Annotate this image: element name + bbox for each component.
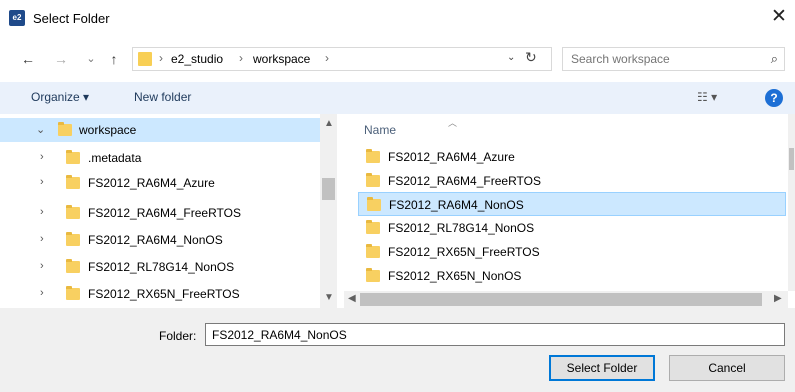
- scrollbar-thumb[interactable]: [789, 148, 794, 170]
- new-folder-button[interactable]: New folder: [134, 90, 191, 104]
- chevron-right-icon[interactable]: ›: [40, 260, 44, 272]
- tree-item-label: FS2012_RL78G14_NonOS: [88, 260, 235, 274]
- list-item-label: FS2012_RX65N_FreeRTOS: [388, 245, 540, 259]
- list-item[interactable]: FS2012_RA6M4_FreeRTOS: [358, 169, 786, 193]
- folder-icon: [66, 259, 80, 273]
- breadcrumb-e2-studio[interactable]: e2_studio: [171, 52, 223, 66]
- list-item-label: FS2012_RL78G14_NonOS: [388, 221, 535, 235]
- view-options-icon[interactable]: ☷ ▾: [697, 90, 717, 104]
- refresh-icon[interactable]: ↻: [525, 49, 537, 66]
- scroll-down-arrow-icon[interactable]: ▼: [324, 292, 334, 303]
- back-arrow-icon[interactable]: ←: [18, 50, 38, 68]
- folder-icon: [58, 122, 72, 136]
- address-dropdown-icon[interactable]: ⌄: [507, 52, 515, 63]
- tree-item-rl78g14-nonos[interactable]: › FS2012_RL78G14_NonOS: [0, 255, 320, 279]
- scrollbar-thumb[interactable]: [360, 293, 762, 306]
- help-icon[interactable]: ?: [765, 89, 783, 107]
- tree-item-label: FS2012_RA6M4_Azure: [88, 176, 215, 190]
- cancel-button[interactable]: Cancel: [669, 355, 785, 381]
- list-item-selected[interactable]: FS2012_RA6M4_NonOS: [358, 192, 786, 216]
- tree-item-ra6m4-azure[interactable]: › FS2012_RA6M4_Azure: [0, 171, 320, 195]
- column-header-name[interactable]: Name: [364, 123, 396, 137]
- breadcrumb-separator: ›: [159, 51, 163, 65]
- close-icon[interactable]: ✕: [769, 6, 789, 28]
- recent-locations-chevron-icon[interactable]: ⌄: [84, 50, 98, 68]
- search-icon[interactable]: ⌕: [771, 51, 778, 67]
- tree-item-label: FS2012_RA6M4_FreeRTOS: [88, 206, 241, 220]
- organize-button[interactable]: Organize ▾: [31, 90, 89, 104]
- folder-icon: [367, 197, 381, 211]
- title-bar: e2 Select Folder ✕: [0, 0, 795, 38]
- chevron-right-icon[interactable]: ›: [40, 176, 44, 188]
- tree-item-label: FS2012_RA6M4_NonOS: [88, 233, 223, 247]
- scrollbar-thumb[interactable]: [322, 178, 335, 200]
- folder-icon: [66, 205, 80, 219]
- scroll-left-arrow-icon[interactable]: ◀: [348, 293, 356, 304]
- chevron-right-icon[interactable]: ›: [40, 206, 44, 218]
- folder-icon: [366, 268, 380, 282]
- folder-icon: [66, 150, 80, 164]
- scroll-right-arrow-icon[interactable]: ▶: [774, 293, 782, 304]
- folder-icon: [138, 52, 152, 66]
- scroll-up-arrow-icon[interactable]: ▲: [324, 118, 334, 129]
- up-arrow-icon[interactable]: ↑: [104, 50, 124, 68]
- breadcrumb-workspace[interactable]: workspace: [253, 52, 310, 66]
- search-box[interactable]: ⌕: [562, 47, 785, 71]
- list-item[interactable]: FS2012_RA6M4_Azure: [358, 145, 786, 169]
- navigation-pane-scrollbar[interactable]: ▲ ▼: [320, 114, 337, 308]
- tree-item-ra6m4-nonos[interactable]: › FS2012_RA6M4_NonOS: [0, 228, 320, 252]
- list-item-label: FS2012_RA6M4_FreeRTOS: [388, 174, 541, 188]
- tree-item-workspace[interactable]: ⌄ workspace: [0, 118, 320, 142]
- file-list-horizontal-scrollbar[interactable]: ◀ ▶: [344, 291, 788, 308]
- tree-item-label: .metadata: [88, 151, 142, 165]
- file-list-scrollbar[interactable]: [788, 114, 795, 291]
- select-folder-button[interactable]: Select Folder: [549, 355, 655, 381]
- address-bar[interactable]: › e2_studio › workspace › ⌄ ↻: [132, 47, 552, 71]
- list-item-label: FS2012_RX65N_NonOS: [388, 269, 522, 283]
- folder-icon: [66, 232, 80, 246]
- folder-icon: [66, 175, 80, 189]
- folder-icon: [366, 220, 380, 234]
- list-item-label: FS2012_RA6M4_NonOS: [389, 198, 524, 212]
- dialog-footer: Folder: Select Folder Cancel: [0, 308, 795, 392]
- command-bar: Organize ▾ New folder ☷ ▾ ?: [0, 82, 795, 114]
- tree-item-label: workspace: [79, 123, 137, 137]
- window-title: Select Folder: [33, 11, 110, 26]
- folder-icon: [366, 173, 380, 187]
- list-item[interactable]: FS2012_RX65N_FreeRTOS: [358, 240, 786, 264]
- file-list-pane: ︿ Name FS2012_RA6M4_Azure FS2012_RA6M4_F…: [344, 114, 795, 308]
- search-input[interactable]: [571, 52, 751, 66]
- sort-ascending-icon: ︿: [448, 118, 458, 128]
- list-item[interactable]: FS2012_RX65N_NonOS: [358, 264, 786, 288]
- breadcrumb-separator: ›: [239, 51, 243, 65]
- breadcrumb-separator: ›: [325, 51, 329, 65]
- chevron-right-icon[interactable]: ›: [40, 287, 44, 299]
- e2-studio-app-icon: e2: [9, 10, 25, 26]
- tree-item-ra6m4-freertos[interactable]: › FS2012_RA6M4_FreeRTOS: [0, 201, 320, 225]
- folder-field-label: Folder:: [159, 329, 197, 343]
- forward-arrow-icon[interactable]: →: [51, 50, 71, 68]
- tree-item-label: FS2012_RX65N_FreeRTOS: [88, 287, 240, 301]
- navigation-pane: ⌄ workspace › .metadata › FS2012_RA6M4_A…: [0, 114, 340, 308]
- tree-item-metadata[interactable]: › .metadata: [0, 146, 320, 170]
- chevron-right-icon[interactable]: ›: [40, 151, 44, 163]
- tree-item-rx65n-freertos[interactable]: › FS2012_RX65N_FreeRTOS: [0, 282, 320, 306]
- folder-icon: [66, 286, 80, 300]
- folder-icon: [366, 244, 380, 258]
- folder-icon: [366, 149, 380, 163]
- chevron-right-icon[interactable]: ›: [40, 233, 44, 245]
- list-item-label: FS2012_RA6M4_Azure: [388, 150, 515, 164]
- folder-name-field[interactable]: [205, 323, 785, 346]
- list-item[interactable]: FS2012_RL78G14_NonOS: [358, 216, 786, 240]
- chevron-down-icon[interactable]: ⌄: [36, 123, 45, 136]
